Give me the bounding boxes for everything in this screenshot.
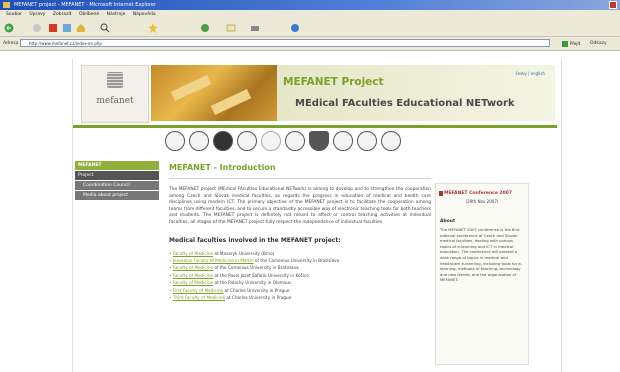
banner-card-shape — [170, 75, 212, 101]
messenger-icon[interactable] — [290, 23, 300, 33]
banner-title-area: česky | english MEFANET Project MEdical … — [277, 65, 555, 121]
sidebar-nav: MEFANET Project Coordination Council Med… — [75, 161, 159, 201]
menu-bar: Soubor Úpravy Zobrazit Oblíbené Nástroje… — [0, 10, 620, 20]
faculties-heading: Medical faculties involved in the MEFANE… — [169, 236, 341, 244]
news-text: The MEFANET 2007 conference is the first… — [440, 227, 523, 283]
list-item: First Faculty of Medicine at Charles Uni… — [169, 287, 431, 294]
logo-mark-icon — [107, 72, 123, 88]
intro-paragraph: The MEFANET project (MEdical FAculties E… — [169, 187, 431, 225]
faculty-desc: at the Palacký University in Olomouc — [213, 280, 292, 286]
menu-help[interactable]: Nápověda — [133, 12, 156, 17]
site-logo[interactable]: mefanet — [81, 65, 149, 123]
faculty-logo-icon[interactable] — [285, 131, 305, 151]
menu-tools[interactable]: Nástroje — [107, 12, 126, 17]
faculty-link[interactable]: First Faculty of Medicine — [173, 288, 223, 293]
news-box: MEFANET Conference 2007 (29th Nov 2007) … — [435, 183, 529, 365]
favorites-icon[interactable] — [148, 23, 158, 33]
faculty-logo-icon[interactable] — [165, 131, 185, 151]
faculty-logo-icon[interactable] — [261, 131, 281, 151]
page-viewport: mefanet česky | english MEFANET Project … — [0, 51, 620, 372]
faculty-logo-icon[interactable] — [189, 131, 209, 151]
faculty-logo-icon[interactable] — [213, 131, 233, 151]
faculty-logo-icon[interactable] — [237, 131, 257, 151]
site-header: mefanet česky | english MEFANET Project … — [75, 61, 559, 125]
project-title: MEFANET Project — [283, 76, 384, 88]
project-subtitle: MEdical FAculties Educational NETwork — [295, 98, 515, 109]
sidebar-item-coordination-council[interactable]: Coordination Council — [75, 181, 159, 190]
menu-edit[interactable]: Úpravy — [29, 12, 45, 17]
window-title: MEFANET project - MEFANET - Microsoft In… — [14, 2, 157, 8]
search-icon[interactable] — [100, 23, 110, 33]
header-divider — [73, 125, 557, 128]
main-content: MEFANET - Introduction The MEFANET proje… — [169, 161, 431, 301]
faculty-logo-icon[interactable] — [357, 131, 377, 151]
faculty-shield-icon[interactable] — [309, 131, 329, 151]
faculty-desc: of the Comenius University in Bratislava — [253, 257, 340, 263]
sidebar-item-mefanet[interactable]: MEFANET — [75, 161, 159, 170]
news-title[interactable]: MEFANET Conference 2007 — [444, 191, 512, 196]
faculty-desc: at Masaryk University (Brno) — [213, 250, 275, 256]
list-item: Jessenius Faculty of Medicine in Martin … — [169, 257, 431, 264]
list-item: Third Faculty of Medicine at Charles Uni… — [169, 294, 431, 301]
language-links[interactable]: česky | english — [515, 71, 545, 76]
faculty-link[interactable]: Faculty of Medicine — [173, 251, 213, 256]
back-icon[interactable] — [4, 23, 16, 33]
faculty-logo-icon[interactable] — [381, 131, 401, 151]
sidebar-item-media[interactable]: Media about project — [75, 191, 159, 200]
refresh-icon[interactable] — [62, 23, 72, 33]
faculty-link[interactable]: Faculty of Medicine — [173, 265, 213, 270]
news-icon — [439, 191, 443, 196]
faculty-desc: at Charles University in Prague — [223, 287, 290, 293]
faculty-logo-icon[interactable] — [333, 131, 353, 151]
address-label: Adresa — [3, 41, 19, 46]
close-icon[interactable] — [609, 1, 617, 9]
sidebar-item-project[interactable]: Project — [75, 171, 159, 180]
list-item: Faculty of Medicine at the Pavol Jozef Š… — [169, 272, 431, 279]
print-icon[interactable] — [250, 23, 260, 33]
address-bar: Adresa http://www.mefanet.cz/index-en.ph… — [0, 37, 620, 51]
news-about-label: About — [440, 219, 456, 224]
address-input[interactable]: http://www.mefanet.cz/index-en.php — [20, 39, 550, 47]
history-icon[interactable] — [200, 23, 210, 33]
menu-favorites[interactable]: Oblíbené — [79, 12, 99, 17]
go-button[interactable]: Přejít — [562, 39, 584, 48]
links-label[interactable]: Odkazy — [590, 37, 607, 50]
faculty-link[interactable]: Faculty of Medicine — [173, 273, 213, 278]
page-title: MEFANET - Introduction — [169, 163, 276, 172]
faculty-link[interactable]: Faculty of Medicine — [173, 280, 213, 285]
banner-card-shape — [210, 89, 252, 115]
forward-icon[interactable] — [32, 23, 42, 33]
logo-text: mefanet — [96, 96, 134, 106]
faculty-desc: of the Comenius University in Bratislava — [213, 265, 299, 271]
browser-toolbar — [0, 20, 620, 37]
web-page: mefanet česky | english MEFANET Project … — [72, 59, 562, 372]
faculty-link[interactable]: Jessenius Faculty of Medicine in Martin — [173, 258, 254, 263]
stop-icon[interactable] — [48, 23, 58, 33]
faculty-desc: at the Pavol Jozef Šafárik University in… — [213, 272, 309, 278]
list-item: Faculty of Medicine at Masaryk Universit… — [169, 250, 431, 257]
window-titlebar: MEFANET project - MEFANET - Microsoft In… — [0, 0, 620, 10]
faculty-desc: at Charles University in Prague — [225, 295, 292, 300]
ie-icon — [3, 2, 10, 8]
menu-view[interactable]: Zobrazit — [53, 12, 72, 17]
title-divider — [169, 178, 431, 179]
home-icon[interactable] — [76, 23, 86, 33]
list-item: Faculty of Medicine of the Comenius Univ… — [169, 264, 431, 271]
mail-icon[interactable] — [226, 23, 236, 33]
list-item: Faculty of Medicine at the Palacký Unive… — [169, 279, 431, 286]
faculty-link[interactable]: Third Faculty of Medicine — [173, 295, 225, 300]
banner-image — [151, 65, 277, 121]
menu-file[interactable]: Soubor — [6, 12, 22, 17]
news-date: (29th Nov 2007) — [465, 199, 499, 204]
